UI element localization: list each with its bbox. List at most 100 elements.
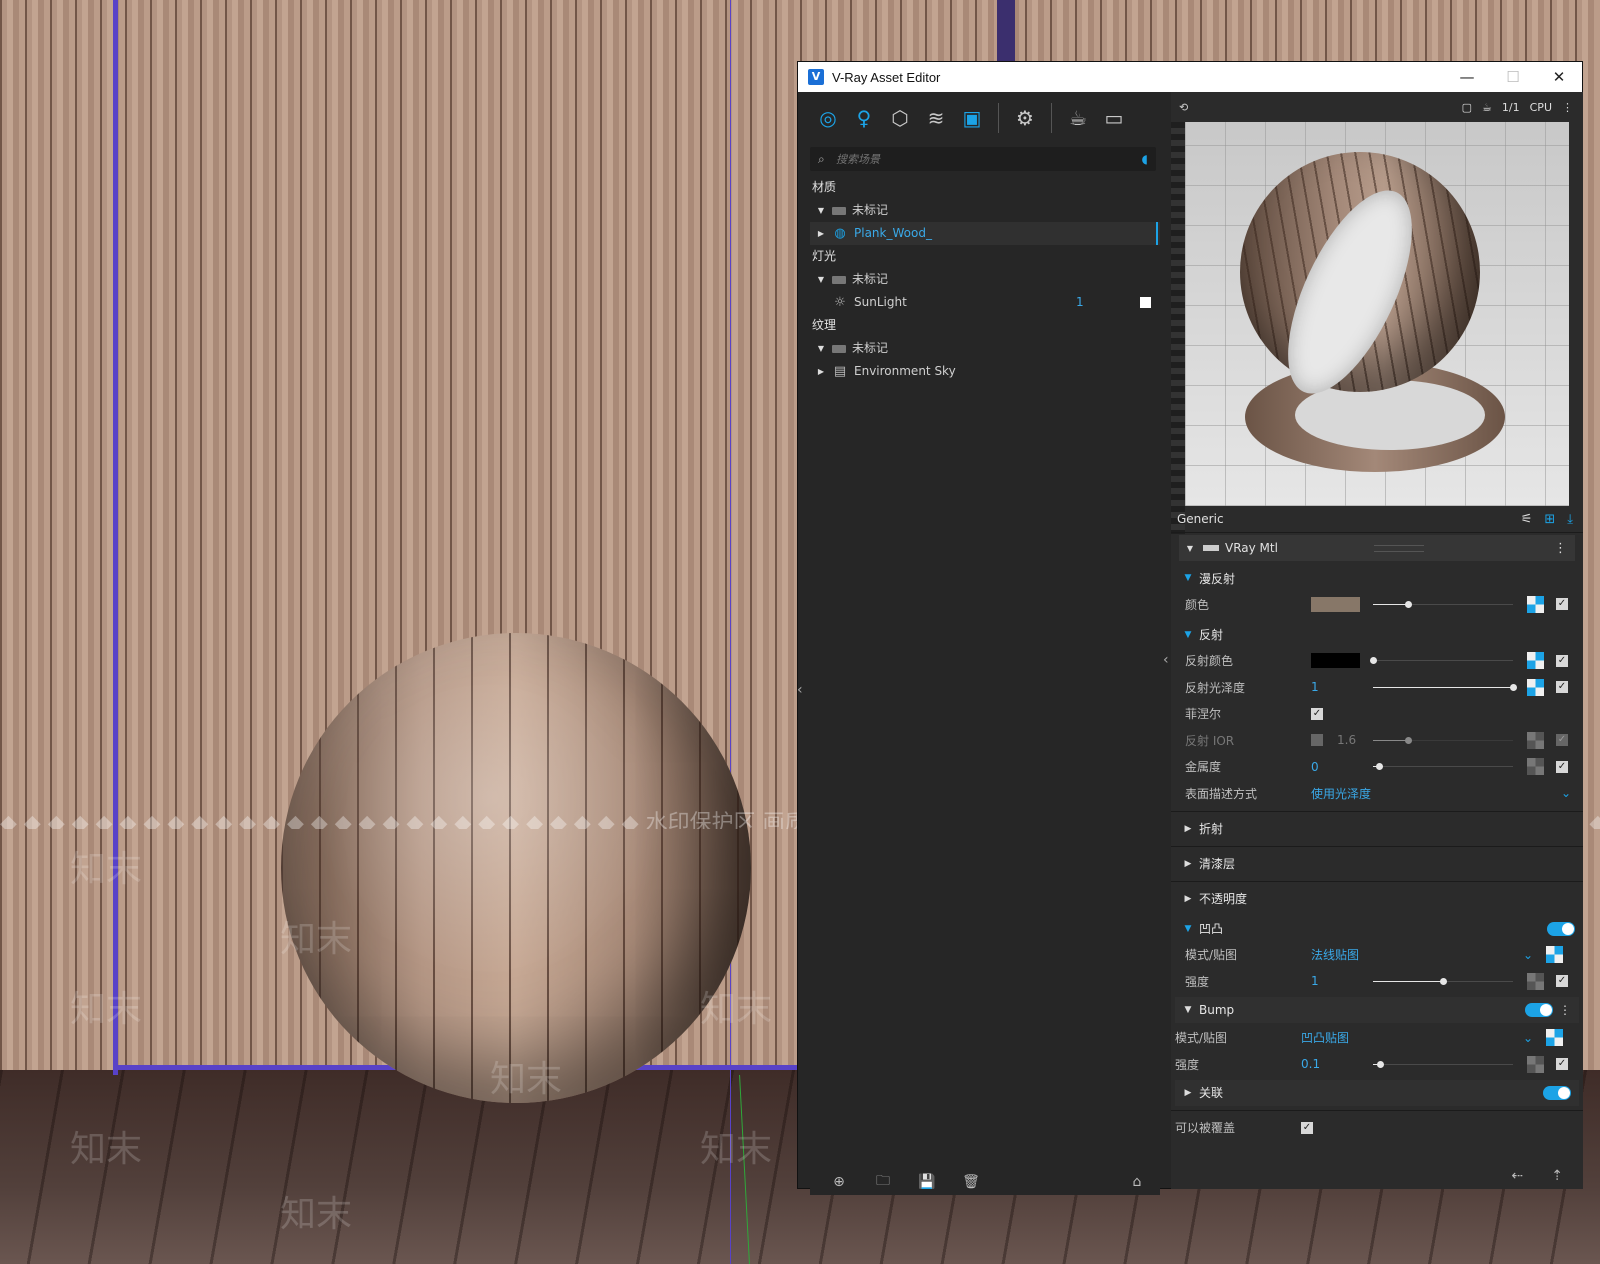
bump-strength-checkbox[interactable]: ✓ [1556, 975, 1568, 988]
texture-map-button[interactable] [1527, 678, 1544, 696]
up-arrow-icon[interactable]: ⇡ [1551, 1168, 1563, 1184]
save-icon[interactable]: 💾 [912, 1174, 942, 1190]
reflection-gloss-value[interactable]: 1 [1311, 680, 1371, 694]
binding-toggle[interactable] [1543, 1085, 1571, 1100]
expand-caret-icon[interactable]: ▶ [814, 360, 828, 383]
material-type-row[interactable]: ▼ VRay Mtl ⋮ [1179, 535, 1575, 561]
tree-item-plank-wood[interactable]: ▶ ◍ Plank_Wood_ [810, 222, 1160, 245]
bump-layer-strength-checkbox[interactable]: ✓ [1556, 1058, 1568, 1071]
reflection-color-swatch[interactable] [1311, 653, 1360, 669]
expand-caret-icon[interactable]: ▶ [1181, 1088, 1195, 1098]
collapse-left-chevron-icon[interactable]: ‹ [797, 682, 803, 698]
reflection-enable-checkbox[interactable]: ✓ [1556, 654, 1568, 667]
section-refraction[interactable]: ▶ 折射 [1171, 816, 1583, 842]
texture-map-button[interactable] [1527, 595, 1544, 613]
gloss-enable-checkbox[interactable]: ✓ [1556, 681, 1568, 694]
bump-strength-value[interactable]: 1 [1311, 974, 1371, 988]
close-button[interactable]: ✕ [1536, 62, 1582, 92]
tree-group-lights-untagged[interactable]: ▼ 未标记 [810, 268, 1160, 291]
filter-toggle-icon[interactable]: ◖ [1142, 152, 1148, 166]
layers-icon[interactable]: ≋ [923, 105, 949, 131]
region-render-icon[interactable]: ▢ [1462, 101, 1472, 114]
texture-map-button[interactable] [1527, 972, 1544, 990]
brdf-dropdown[interactable]: 使用光泽度 [1311, 785, 1471, 802]
metalness-value[interactable]: 0 [1311, 760, 1371, 774]
expand-caret-icon[interactable]: ▼ [1181, 630, 1195, 640]
textures-icon[interactable]: ▣ [959, 105, 985, 131]
chevron-down-icon[interactable]: ⌄ [1523, 948, 1533, 962]
expand-caret-icon[interactable]: ▼ [1183, 544, 1197, 553]
fresnel-checkbox[interactable]: ✓ [1311, 707, 1323, 720]
materials-icon[interactable]: ◎ [815, 105, 841, 131]
geometry-icon[interactable]: ⬡ [887, 105, 913, 131]
maximize-button[interactable]: ☐ [1490, 62, 1536, 92]
add-asset-icon[interactable]: ⊕ [824, 1174, 854, 1190]
texture-map-button[interactable] [1546, 946, 1563, 964]
vray-asset-editor-window[interactable]: V V-Ray Asset Editor — ☐ ✕ ◎ ♀ ⬡ ≋ ▣ ⚙ ☕… [797, 61, 1583, 1195]
section-bump[interactable]: ▼ 凹凸 [1171, 916, 1583, 942]
texture-map-button[interactable] [1546, 1029, 1563, 1047]
metalness-slider[interactable] [1373, 763, 1513, 771]
section-binding[interactable]: ▶ 关联 [1175, 1079, 1579, 1106]
expand-caret-icon[interactable]: ▼ [1181, 573, 1195, 583]
more-options-icon[interactable]: ⋮ [1559, 1003, 1571, 1017]
expand-caret-icon[interactable]: ▶ [1181, 894, 1195, 904]
expand-caret-icon[interactable]: ▶ [1181, 824, 1195, 834]
settings-icon[interactable]: ⚙ [1012, 105, 1038, 131]
reflection-ior-slider[interactable] [1373, 736, 1513, 744]
bump-mode-dropdown[interactable]: 法线贴图 [1311, 946, 1471, 963]
open-file-icon[interactable]: 🗀 [868, 1170, 898, 1194]
section-coat[interactable]: ▶ 清漆层 [1171, 851, 1583, 877]
sliders-icon[interactable]: ⚟ [1521, 512, 1533, 527]
texture-map-button[interactable] [1527, 1055, 1544, 1073]
collapse-right-chevron-icon[interactable]: ‹ [1163, 652, 1169, 668]
overridable-checkbox[interactable]: ✓ [1301, 1121, 1313, 1134]
save-to-library-icon[interactable]: ⤓ [1567, 512, 1573, 527]
bump-toggle[interactable] [1547, 921, 1575, 936]
ior-lock-checkbox[interactable] [1311, 734, 1323, 747]
ior-enable-checkbox[interactable]: ✓ [1556, 734, 1568, 747]
expand-caret-icon[interactable]: ▼ [814, 268, 828, 291]
purge-unused-icon[interactable]: ⌂ [1122, 1174, 1152, 1190]
texture-map-button[interactable] [1527, 731, 1544, 749]
expand-caret-icon[interactable]: ▼ [814, 337, 828, 360]
bump-layer-strength-value[interactable]: 0.1 [1301, 1057, 1361, 1071]
render-engine[interactable]: CPU [1530, 101, 1552, 114]
expand-caret-icon[interactable]: ▶ [1181, 859, 1195, 869]
wood-sphere[interactable] [281, 633, 751, 1103]
section-reflection[interactable]: ▼ 反射 [1171, 622, 1583, 648]
preview-scene-icon[interactable]: ⟲ [1179, 101, 1188, 114]
delete-icon[interactable]: 🗑 [956, 1174, 986, 1190]
diffuse-color-swatch[interactable] [1311, 596, 1360, 612]
diffuse-slider[interactable] [1373, 600, 1513, 608]
chevron-down-icon[interactable]: ⌄ [1561, 786, 1571, 800]
drag-grip-icon[interactable] [1374, 544, 1424, 552]
light-color-swatch[interactable] [1140, 297, 1151, 308]
tree-group-materials-untagged[interactable]: ▼ 未标记 [810, 199, 1160, 222]
expand-caret-icon[interactable]: ▼ [1181, 924, 1195, 934]
tree-group-textures-untagged[interactable]: ▼ 未标记 [810, 337, 1160, 360]
more-options-icon[interactable]: ⋮ [1554, 541, 1567, 556]
reflection-color-slider[interactable] [1370, 657, 1513, 665]
lights-icon[interactable]: ♀ [851, 105, 877, 131]
reflection-gloss-slider[interactable] [1373, 683, 1517, 691]
minimize-button[interactable]: — [1444, 62, 1490, 92]
add-layer-icon[interactable]: ⊞ [1544, 512, 1555, 527]
bump-layer-toggle[interactable] [1525, 1002, 1553, 1017]
expand-caret-icon[interactable]: ▶ [814, 222, 828, 245]
expand-caret-icon[interactable]: ▼ [1181, 1005, 1195, 1015]
search-input[interactable] [834, 151, 1118, 167]
texture-map-button[interactable] [1527, 758, 1544, 776]
diffuse-enable-checkbox[interactable]: ✓ [1556, 598, 1568, 611]
more-options-icon[interactable]: ⋮ [1562, 101, 1573, 114]
bump-layer-strength-slider[interactable] [1373, 1060, 1513, 1068]
section-bump-layer[interactable]: ▼ Bump ⋮ [1175, 996, 1579, 1023]
title-bar[interactable]: V V-Ray Asset Editor — ☐ ✕ [798, 62, 1582, 92]
metalness-enable-checkbox[interactable]: ✓ [1556, 760, 1568, 773]
bump-strength-slider[interactable] [1373, 977, 1513, 985]
bump-layer-mode-dropdown[interactable]: 凹凸贴图 [1301, 1029, 1461, 1046]
section-diffuse[interactable]: ▼ 漫反射 [1171, 565, 1583, 591]
tree-item-environment-sky[interactable]: ▶ ▤ Environment Sky [810, 360, 1160, 383]
teapot-preview-icon[interactable]: ☕ [1482, 101, 1492, 114]
texture-map-button[interactable] [1527, 652, 1544, 670]
